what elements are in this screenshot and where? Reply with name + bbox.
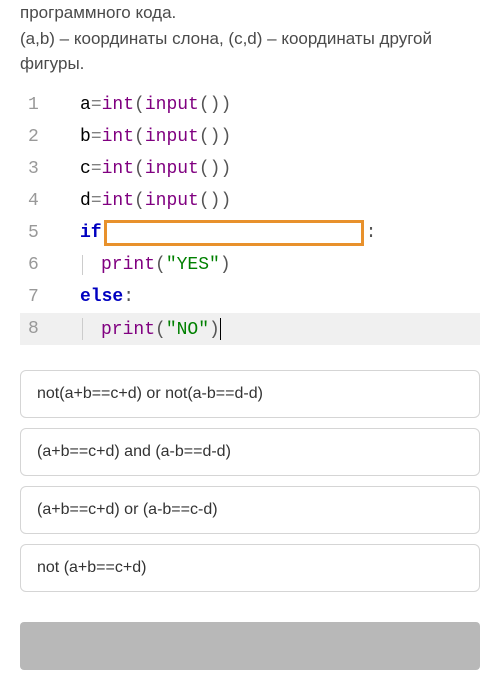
code-line-7: 7 else : [20,281,480,313]
answer-options: not(a+b==c+d) or not(a-b==d-d) (a+b==c+d… [20,370,480,592]
code-block: 1 a=int(input()) 2 b=int(input()) 3 c=in… [20,89,480,345]
option-2[interactable]: (a+b==c+d) or (a-b==c-d) [20,486,480,534]
code-content: c=int(input()) [60,159,480,179]
intro-line-1: программного кода. [20,0,480,26]
code-content: a=int(input()) [60,95,480,115]
answer-blank[interactable] [104,220,364,246]
code-line-1: 1 a=int(input()) [20,89,480,121]
code-line-8: 8 print("NO") [20,313,480,345]
option-3[interactable]: not (a+b==c+d) [20,544,480,592]
option-0[interactable]: not(a+b==c+d) or not(a-b==d-d) [20,370,480,418]
line-number: 6 [20,255,60,275]
code-content: if : [60,220,480,246]
option-1[interactable]: (a+b==c+d) and (a-b==d-d) [20,428,480,476]
intro-line-2: (a,b) – координаты слона, (c,d) – коорди… [20,26,480,77]
line-number: 5 [20,223,60,243]
submit-button[interactable] [20,622,480,670]
code-content: print("YES") [60,255,480,275]
line-number: 2 [20,127,60,147]
code-content: b=int(input()) [60,127,480,147]
question-intro: программного кода. (a,b) – координаты сл… [20,0,480,77]
line-number: 1 [20,95,60,115]
line-number: 7 [20,287,60,307]
code-line-5: 5 if : [20,217,480,249]
line-number: 3 [20,159,60,179]
code-content: else : [60,287,480,307]
code-line-6: 6 print("YES") [20,249,480,281]
code-content: d=int(input()) [60,191,480,211]
text-cursor [220,318,221,340]
code-content: print("NO") [60,318,480,340]
line-number: 8 [20,319,60,339]
code-line-2: 2 b=int(input()) [20,121,480,153]
code-line-3: 3 c=int(input()) [20,153,480,185]
line-number: 4 [20,191,60,211]
code-line-4: 4 d=int(input()) [20,185,480,217]
